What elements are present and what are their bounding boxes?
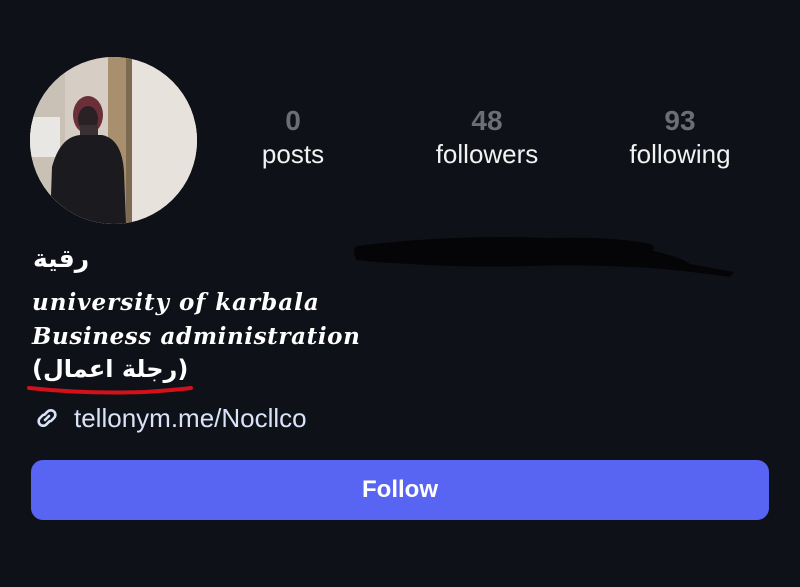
followers-label: followers (435, 139, 539, 169)
posts-label: posts (261, 139, 325, 169)
red-underline-annotation (27, 386, 193, 395)
following-count: 93 (664, 105, 696, 136)
stat-followers[interactable]: 48 followers (397, 104, 577, 170)
bio-line-occupation: (رجلة اعمال) (32, 355, 189, 383)
bio-line-university: university of karbala (32, 289, 320, 316)
follow-button[interactable]: Follow (31, 460, 769, 520)
posts-count: 0 (285, 105, 301, 136)
stat-following[interactable]: 93 following (590, 104, 770, 170)
followers-count: 48 (471, 105, 503, 136)
bio-line-major: Business administration (32, 323, 361, 350)
stat-posts[interactable]: 0 posts (203, 104, 383, 170)
profile-link-text[interactable]: tellonym.me/Nocllco (74, 403, 307, 434)
profile-link[interactable]: tellonym.me/Nocllco (32, 401, 307, 435)
following-label: following (629, 139, 731, 169)
profile-avatar[interactable] (30, 57, 197, 224)
redaction-scribble (354, 237, 734, 277)
link-icon (37, 408, 57, 428)
follow-button-label: Follow (362, 476, 438, 503)
profile-name: رقية (33, 244, 90, 273)
avatar-photo (30, 57, 197, 224)
